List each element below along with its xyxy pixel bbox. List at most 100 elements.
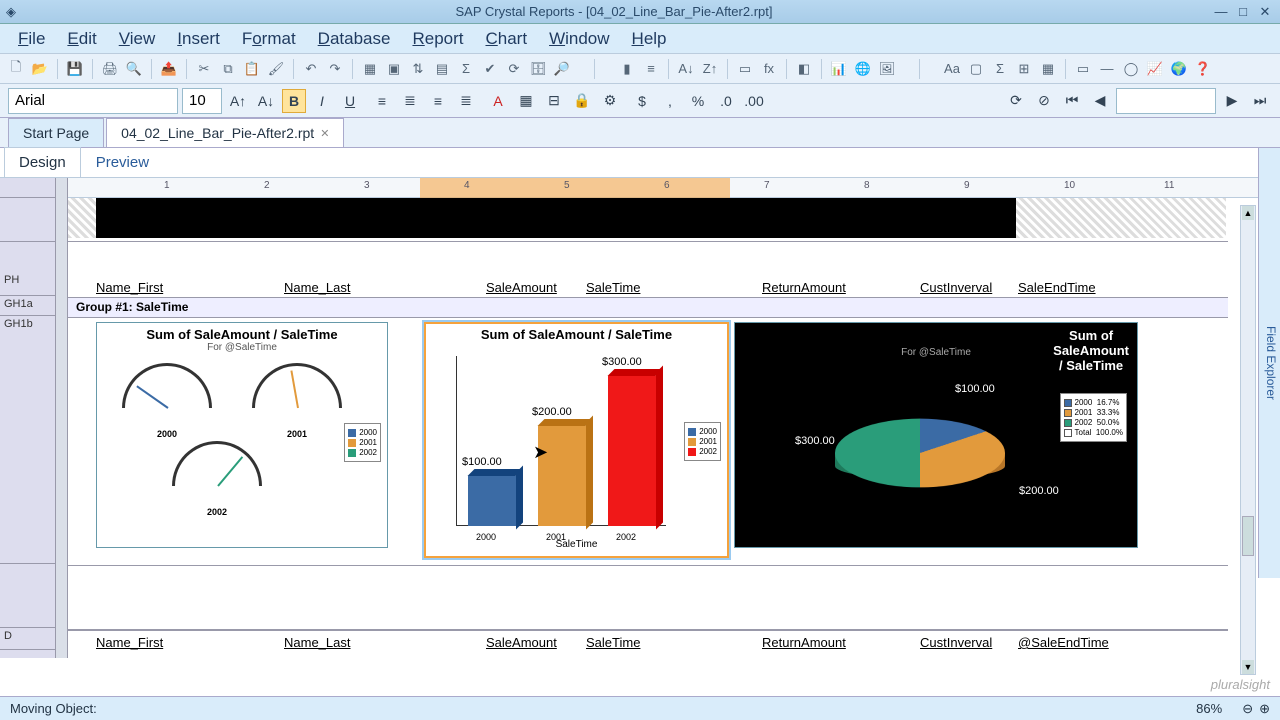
table-icon[interactable]: ▣ bbox=[384, 59, 404, 79]
export-icon[interactable]: 📤 bbox=[159, 59, 179, 79]
font-size-combo[interactable] bbox=[182, 88, 222, 114]
close-button[interactable]: ✕ bbox=[1256, 4, 1274, 20]
refresh-icon[interactable]: ⟳ bbox=[504, 59, 524, 79]
zoom-level[interactable]: 86% bbox=[1196, 701, 1222, 716]
currency-icon[interactable]: $ bbox=[630, 89, 654, 113]
section-d[interactable]: D bbox=[0, 628, 55, 650]
inc-decimal-icon[interactable]: .0 bbox=[714, 89, 738, 113]
percent-icon[interactable]: % bbox=[686, 89, 710, 113]
sortdesc-icon[interactable]: Z↑ bbox=[700, 59, 720, 79]
decrease-font-icon[interactable]: A↓ bbox=[254, 89, 278, 113]
open-icon[interactable]: 📂 bbox=[30, 59, 50, 79]
align-right-icon[interactable]: ≡ bbox=[426, 89, 450, 113]
header-field[interactable]: SaleEndTime bbox=[1018, 280, 1096, 295]
paste-icon[interactable]: 📋 bbox=[242, 59, 262, 79]
bar-chart[interactable]: Sum of SaleAmount / SaleTime 2000$100.00… bbox=[424, 322, 729, 558]
detail-field[interactable]: ReturnAmount bbox=[762, 635, 846, 650]
print-icon[interactable]: 🖨 bbox=[100, 59, 120, 79]
db-icon[interactable]: 🗄 bbox=[528, 59, 548, 79]
nav-next-icon[interactable]: ▶ bbox=[1220, 89, 1244, 113]
cut-icon[interactable]: ✂ bbox=[194, 59, 214, 79]
detail-field[interactable]: CustInverval bbox=[920, 635, 992, 650]
sortasc-icon[interactable]: A↓ bbox=[676, 59, 696, 79]
menu-window[interactable]: Window bbox=[539, 25, 619, 53]
sigma-icon[interactable]: Σ bbox=[990, 59, 1010, 79]
nav-last-icon[interactable]: ⏭ bbox=[1248, 89, 1272, 113]
group-header-1a[interactable]: Group #1: SaleTime bbox=[68, 298, 1228, 318]
picture-icon[interactable]: 🖼 bbox=[877, 59, 897, 79]
section-ph[interactable]: PH bbox=[0, 242, 55, 296]
header-field[interactable]: SaleTime bbox=[586, 280, 640, 295]
menu-database[interactable]: Database bbox=[308, 25, 401, 53]
section-icon[interactable]: ≡ bbox=[641, 59, 661, 79]
menu-insert[interactable]: Insert bbox=[167, 25, 230, 53]
undo-icon[interactable]: ↶ bbox=[301, 59, 321, 79]
sort-icon[interactable]: ⇅ bbox=[408, 59, 428, 79]
globe-icon[interactable]: 🌍 bbox=[1169, 59, 1189, 79]
suppress-icon[interactable]: ⊟ bbox=[542, 89, 566, 113]
preview-icon[interactable]: 🔍 bbox=[124, 59, 144, 79]
tab-report-file[interactable]: 04_02_Line_Bar_Pie-After2.rpt✕ bbox=[106, 118, 344, 147]
detail-field[interactable]: SaleAmount bbox=[486, 635, 557, 650]
maximize-button[interactable]: □ bbox=[1234, 4, 1252, 20]
subreport-icon[interactable]: ▭ bbox=[1073, 59, 1093, 79]
group-icon[interactable]: ▤ bbox=[432, 59, 452, 79]
header-field[interactable]: CustInverval bbox=[920, 280, 992, 295]
header-field[interactable]: Name_Last bbox=[284, 280, 350, 295]
detail-field[interactable]: SaleTime bbox=[586, 635, 640, 650]
tab-start-page[interactable]: Start Page bbox=[8, 118, 104, 147]
grip-column[interactable] bbox=[56, 178, 68, 658]
scrollbar-thumb[interactable] bbox=[1242, 516, 1254, 556]
underline-button[interactable]: U bbox=[338, 89, 362, 113]
pie-chart[interactable]: Sum ofSaleAmount/ SaleTime For @SaleTime… bbox=[734, 322, 1138, 548]
design-canvas[interactable]: Name_First Name_Last SaleAmount SaleTime Ret… bbox=[68, 198, 1228, 652]
olap-icon[interactable]: ▦ bbox=[1038, 59, 1058, 79]
menu-view[interactable]: View bbox=[109, 25, 166, 53]
detail-field[interactable]: Name_First bbox=[96, 635, 163, 650]
section-gh1a[interactable]: GH1a bbox=[0, 296, 55, 316]
blank-section[interactable] bbox=[68, 566, 1228, 630]
report-header-black[interactable] bbox=[96, 198, 1016, 238]
menu-chart[interactable]: Chart bbox=[475, 25, 537, 53]
menu-file[interactable]: File bbox=[8, 25, 55, 53]
textobj-icon[interactable]: Aa bbox=[942, 59, 962, 79]
format-icon[interactable]: ⚙ bbox=[598, 89, 622, 113]
brush-icon[interactable]: 🖌 bbox=[266, 59, 286, 79]
group-header-1b[interactable]: Sum of SaleAmount / SaleTime For @SaleTi… bbox=[68, 318, 1228, 566]
select-icon[interactable]: ▭ bbox=[735, 59, 755, 79]
new-icon[interactable]: 🗋 bbox=[6, 59, 26, 79]
chart-icon[interactable]: 📊 bbox=[829, 59, 849, 79]
nav-refresh-icon[interactable]: ⟳ bbox=[1004, 89, 1028, 113]
menu-help[interactable]: Help bbox=[622, 25, 677, 53]
lock-icon[interactable]: 🔒 bbox=[570, 89, 594, 113]
increase-font-icon[interactable]: A↑ bbox=[226, 89, 250, 113]
crosstab-icon[interactable]: ⊞ bbox=[1014, 59, 1034, 79]
align-left-icon[interactable]: ≡ bbox=[370, 89, 394, 113]
align-center-icon[interactable]: ≣ bbox=[398, 89, 422, 113]
detail-section[interactable]: Name_FirstName_LastSaleAmountSaleTimeRet… bbox=[68, 630, 1228, 652]
menu-format[interactable]: Format bbox=[232, 25, 306, 53]
line-icon[interactable]: — bbox=[1097, 59, 1117, 79]
save-icon[interactable]: 💾 bbox=[65, 59, 85, 79]
header-field[interactable]: Name_First bbox=[96, 280, 163, 295]
insertchart-icon[interactable]: 📈 bbox=[1145, 59, 1165, 79]
field-icon[interactable]: ▮ bbox=[617, 59, 637, 79]
italic-button[interactable]: I bbox=[310, 89, 334, 113]
header-field[interactable]: SaleAmount bbox=[486, 280, 557, 295]
zoom-in-icon[interactable]: ⊕ bbox=[1259, 701, 1270, 717]
border-icon[interactable]: ▦ bbox=[514, 89, 538, 113]
nav-page-input[interactable] bbox=[1116, 88, 1216, 114]
tab-close-icon[interactable]: ✕ bbox=[320, 127, 329, 140]
minimize-button[interactable]: — bbox=[1212, 4, 1230, 20]
vertical-scrollbar[interactable]: ▲ ▼ bbox=[1240, 205, 1256, 675]
copy-icon[interactable]: ⧉ bbox=[218, 59, 238, 79]
sum-icon[interactable]: Σ bbox=[456, 59, 476, 79]
view-tab-preview[interactable]: Preview bbox=[81, 147, 164, 177]
redo-icon[interactable]: ↷ bbox=[325, 59, 345, 79]
section-gh1b[interactable]: GH1b bbox=[0, 316, 55, 564]
dec-decimal-icon[interactable]: .00 bbox=[742, 89, 766, 113]
box-icon[interactable]: ▢ bbox=[966, 59, 986, 79]
align-justify-icon[interactable]: ≣ bbox=[454, 89, 478, 113]
find-icon[interactable]: 🔎 bbox=[552, 59, 572, 79]
grid-icon[interactable]: ▦ bbox=[360, 59, 380, 79]
